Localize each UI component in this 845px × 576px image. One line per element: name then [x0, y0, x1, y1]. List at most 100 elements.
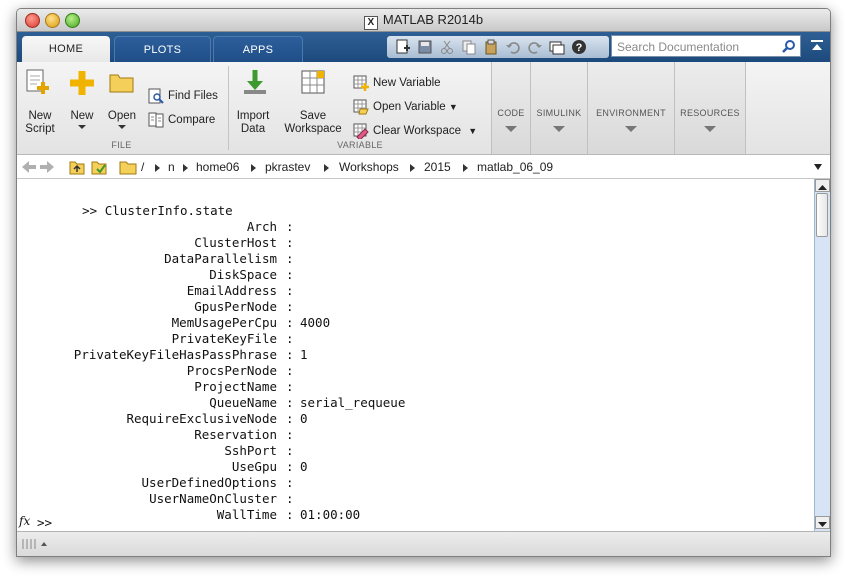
new-variable-icon	[353, 75, 369, 91]
open-folder-icon	[109, 74, 134, 93]
property-value: serial_requeue	[300, 395, 406, 410]
property-colon: :	[286, 507, 294, 522]
collapse-ribbon-icon[interactable]	[809, 37, 825, 55]
clear-workspace-button[interactable]: Clear Workspace ▼	[373, 124, 477, 138]
function-browser-icon[interactable]: fx	[19, 513, 30, 529]
vertical-scrollbar[interactable]	[814, 179, 830, 531]
compare-button[interactable]: Compare	[168, 113, 215, 127]
chevron-down-icon	[553, 126, 565, 132]
ribbon-group-simulink[interactable]: SIMULINK	[530, 62, 587, 154]
breadcrumb-root[interactable]: /	[141, 160, 144, 174]
chevron-down-icon	[78, 125, 86, 129]
arrow-up-icon	[818, 185, 827, 190]
chevron-down-icon	[704, 126, 716, 132]
search-icon[interactable]	[782, 39, 796, 53]
new-dropdown-button[interactable]: New	[63, 110, 101, 129]
property-value: 0	[300, 411, 308, 426]
property-name: ProcsPerNode	[186, 363, 277, 378]
property-name: UseGpu	[231, 459, 277, 474]
breadcrumb-item[interactable]: matlab_06_09	[477, 160, 553, 174]
property-colon: :	[286, 347, 294, 362]
property-colon: :	[286, 379, 294, 394]
property-colon: :	[286, 251, 294, 266]
property-name: Arch	[246, 219, 277, 234]
property-colon: :	[286, 267, 294, 282]
up-folder-icon[interactable]	[69, 159, 85, 175]
property-name: Reservation	[194, 427, 277, 442]
property-colon: :	[286, 363, 294, 378]
property-name: UserNameOnCluster	[149, 491, 277, 506]
breadcrumb-item[interactable]: n	[168, 160, 175, 174]
scroll-thumb[interactable]	[816, 193, 828, 237]
command-input-echo: ClusterInfo.state	[104, 203, 233, 218]
help-quick-icon[interactable]: ?	[571, 39, 587, 55]
ribbon-group-resources[interactable]: RESOURCES	[674, 62, 746, 154]
forward-arrow-icon[interactable]	[39, 160, 55, 174]
ribbon-group-environment[interactable]: ENVIRONMENT	[587, 62, 674, 154]
command-window[interactable]: >> ClusterInfo.state Arch: ClusterHost: Da…	[17, 179, 814, 531]
property-colon: :	[286, 443, 294, 458]
command-prompt-active[interactable]: >>	[37, 515, 52, 531]
property-colon: :	[286, 491, 294, 506]
ribbon-divider	[228, 66, 229, 150]
tab-home[interactable]: HOME	[22, 36, 110, 62]
chevron-down-icon	[505, 126, 517, 132]
scroll-up-button[interactable]	[815, 179, 830, 192]
open-dropdown-button[interactable]: Open	[103, 110, 141, 129]
command-prompt: >>	[82, 203, 98, 218]
property-colon: :	[286, 315, 294, 330]
folder-history-dropdown-icon[interactable]	[813, 163, 823, 171]
group-title-file: FILE	[111, 140, 132, 150]
ribbon-tab-strip: HOME PLOTS APPS ? Search Documentation	[17, 32, 830, 63]
breadcrumb-separator	[463, 164, 468, 172]
clear-workspace-icon	[353, 123, 369, 139]
back-arrow-icon[interactable]	[21, 160, 37, 174]
new-script-button[interactable]: New Script	[19, 110, 61, 136]
tab-plots[interactable]: PLOTS	[114, 36, 211, 63]
breadcrumb-item[interactable]: pkrastev	[265, 160, 310, 174]
resize-grip-icon[interactable]	[21, 538, 49, 550]
breadcrumb-item[interactable]: 2015	[424, 160, 451, 174]
find-files-button[interactable]: Find Files	[168, 89, 218, 103]
tab-apps[interactable]: APPS	[213, 36, 303, 63]
open-variable-icon	[353, 99, 369, 115]
property-name: EmailAddress	[186, 283, 277, 298]
title-bar: X MATLAB R2014b	[17, 9, 830, 32]
window-title: MATLAB R2014b	[382, 12, 484, 27]
scroll-down-button[interactable]	[815, 516, 830, 529]
cut-quick-icon[interactable]	[439, 39, 455, 55]
redo-quick-icon[interactable]	[527, 39, 543, 55]
arrow-down-icon	[818, 522, 827, 527]
chevron-down-icon	[625, 126, 637, 132]
paste-quick-icon[interactable]	[483, 39, 499, 55]
property-name: RequireExclusiveNode	[126, 411, 277, 426]
property-name: QueueName	[209, 395, 277, 410]
undo-quick-icon[interactable]	[505, 39, 521, 55]
save-workspace-icon	[301, 70, 325, 94]
search-documentation-input[interactable]: Search Documentation	[611, 35, 801, 57]
ribbon-group-code[interactable]: CODE	[491, 62, 530, 154]
property-name: MemUsagePerCpu	[171, 315, 277, 330]
compare-icon	[148, 112, 164, 128]
save-quick-icon[interactable]	[417, 39, 433, 55]
import-data-button[interactable]: Import Data	[229, 110, 277, 136]
status-bar	[17, 531, 830, 556]
group-title-variable: VARIABLE	[337, 140, 383, 150]
new-variable-button[interactable]: New Variable	[373, 76, 441, 90]
breadcrumb-item[interactable]: home06	[196, 160, 239, 174]
save-workspace-button[interactable]: Save Workspace	[281, 110, 345, 136]
switch-windows-quick-icon[interactable]	[549, 39, 565, 55]
browse-folder-icon[interactable]	[91, 159, 107, 175]
property-colon: :	[286, 235, 294, 250]
chevron-down-icon: ▼	[468, 126, 478, 136]
new-script-quick-icon[interactable]	[395, 39, 411, 55]
property-value: 0	[300, 459, 308, 474]
property-colon: :	[286, 475, 294, 490]
property-colon: :	[286, 283, 294, 298]
property-name: PrivateKeyFile	[171, 331, 277, 346]
open-variable-button[interactable]: Open Variable ▼	[373, 100, 458, 114]
property-name: WallTime	[216, 507, 277, 522]
copy-quick-icon[interactable]	[461, 39, 477, 55]
property-name: PrivateKeyFileHasPassPhrase	[73, 347, 277, 362]
breadcrumb-item[interactable]: Workshops	[339, 160, 399, 174]
